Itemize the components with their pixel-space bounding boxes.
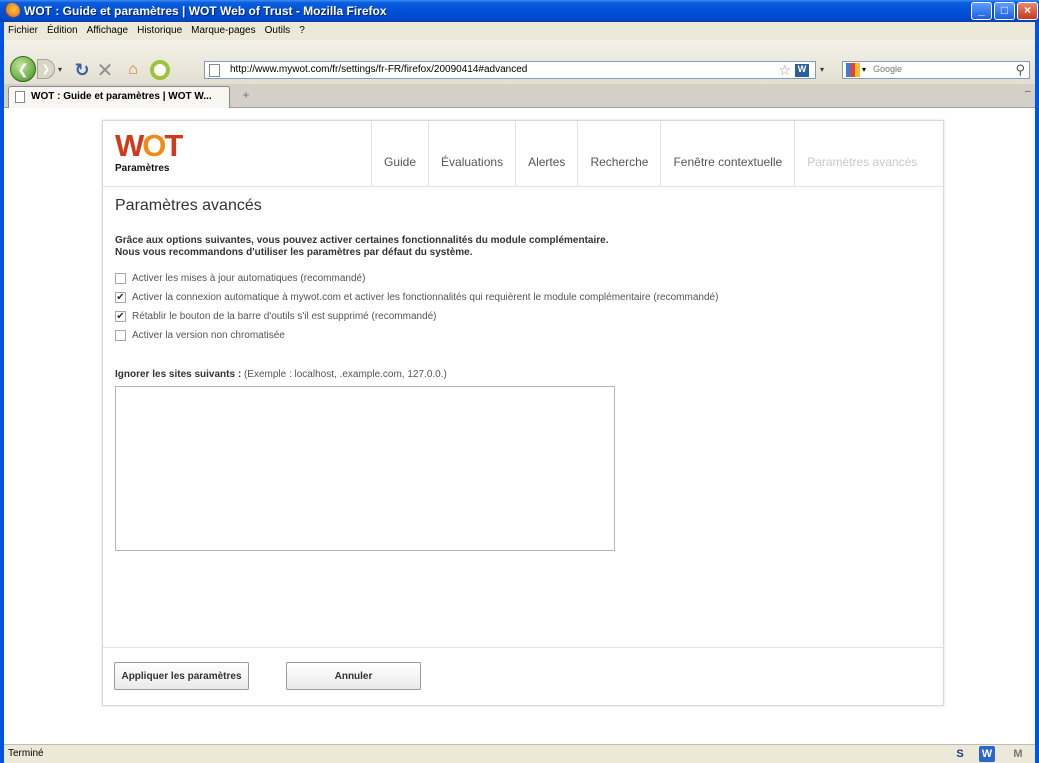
- forward-arrow-icon: ❯: [41, 63, 51, 75]
- star-icon[interactable]: ☆: [778, 62, 791, 79]
- logo-subtitle: Paramètres: [115, 163, 170, 174]
- wot-logo: WOT Paramètres: [115, 128, 183, 174]
- settings-panel: WOT Paramètres Guide Évaluations Alertes…: [102, 120, 944, 706]
- checkbox[interactable]: [115, 330, 126, 341]
- wot-toolbar-button[interactable]: [150, 60, 170, 80]
- status-bar: Terminé S W M: [4, 744, 1035, 763]
- ignore-example: (Exemple : localhost, .example.com, 127.…: [243, 369, 447, 380]
- apply-settings-button[interactable]: Appliquer les paramètres: [114, 662, 249, 690]
- browser-window: WOT : Guide et paramètres | WOT Web of T…: [0, 0, 1039, 763]
- page-title: Paramètres avancés: [115, 197, 262, 214]
- logo-text: WOT: [115, 128, 183, 163]
- urlbar-dropdown-icon[interactable]: ▾: [820, 65, 824, 74]
- close-button[interactable]: ×: [1017, 2, 1038, 20]
- window-title: WOT : Guide et paramètres | WOT Web of T…: [24, 4, 387, 18]
- tab-evaluations[interactable]: Évaluations: [428, 121, 515, 187]
- description-line-1: Grâce aux options suivantes, vous pouvez…: [115, 235, 609, 246]
- address-url[interactable]: http://www.mywot.com/fr/settings/fr-FR/f…: [230, 64, 527, 75]
- description-line-2: Nous vous recommandons d'utiliser les pa…: [115, 247, 473, 258]
- stop-icon: ✕: [96, 59, 114, 82]
- chevron-down-icon[interactable]: ▾: [862, 65, 866, 74]
- ignore-label: Ignorer les sites suivants :: [115, 369, 242, 380]
- address-bar[interactable]: http://www.mywot.com/fr/settings/fr-FR/f…: [204, 61, 816, 79]
- firefox-icon: [4, 3, 20, 19]
- option-label: Rétablir le bouton de la barre d'outils …: [132, 311, 437, 322]
- option-auto-updates[interactable]: Activer les mises à jour automatiques (r…: [115, 269, 718, 288]
- search-input[interactable]: [871, 63, 991, 75]
- back-arrow-icon: ❮: [17, 60, 29, 77]
- option-label: Activer les mises à jour automatiques (r…: [132, 273, 366, 284]
- menu-bar: Fichier Édition Affichage Historique Marque-…: [4, 22, 1035, 40]
- wot-status-icon[interactable]: W: [979, 746, 995, 762]
- settings-header: WOT Paramètres Guide Évaluations Alertes…: [103, 121, 943, 187]
- option-non-chromatic[interactable]: Activer la version non chromatisée: [115, 326, 718, 345]
- wot-rating-icon[interactable]: W: [795, 64, 809, 77]
- settings-footer: Appliquer les paramètres Annuler: [103, 647, 943, 705]
- home-button[interactable]: ⌂: [122, 59, 144, 81]
- forward-button[interactable]: ❯: [37, 59, 55, 79]
- checkbox[interactable]: ✔: [115, 292, 126, 303]
- settings-nav: Guide Évaluations Alertes Recherche Fenê…: [371, 121, 929, 187]
- menu-affichage[interactable]: Affichage: [83, 22, 134, 36]
- new-tab-button[interactable]: +: [238, 89, 254, 103]
- mail-icon[interactable]: M: [1010, 746, 1026, 762]
- maximize-button[interactable]: □: [994, 2, 1015, 20]
- page-description: Grâce aux options suivantes, vous pouvez…: [115, 235, 608, 259]
- checkbox[interactable]: ✔: [115, 311, 126, 322]
- page-content: WOT Paramètres Guide Évaluations Alertes…: [4, 108, 1035, 744]
- ignore-sites-label: Ignorer les sites suivants : (Exemple : …: [115, 369, 447, 380]
- tab-alertes[interactable]: Alertes: [515, 121, 577, 187]
- reload-icon: ↻: [74, 59, 90, 80]
- menu-fichier[interactable]: Fichier: [4, 22, 43, 36]
- title-bar[interactable]: WOT : Guide et paramètres | WOT Web of T…: [0, 0, 1039, 22]
- tab-bar: WOT : Guide et paramètres | WOT W... + –: [4, 84, 1035, 108]
- minimize-button[interactable]: _: [971, 2, 992, 20]
- skype-icon[interactable]: S: [952, 746, 968, 762]
- menu-outils[interactable]: Outils: [261, 22, 296, 36]
- tab-label: WOT : Guide et paramètres | WOT W...: [31, 91, 212, 102]
- tab-guide[interactable]: Guide: [371, 121, 428, 187]
- tab-wot-settings[interactable]: WOT : Guide et paramètres | WOT W...: [8, 86, 230, 108]
- back-button[interactable]: ❮: [10, 56, 36, 82]
- option-label: Activer la connexion automatique à mywot…: [132, 292, 719, 303]
- option-auto-connect[interactable]: ✔ Activer la connexion automatique à myw…: [115, 288, 718, 307]
- magnifier-icon[interactable]: ⚲: [1015, 62, 1025, 78]
- tab-parametres-avances[interactable]: Paramètres avancés: [794, 121, 929, 187]
- tab-list-button[interactable]: –: [1025, 86, 1035, 106]
- history-dropdown-button[interactable]: ▾: [56, 64, 64, 74]
- option-label: Activer la version non chromatisée: [132, 330, 285, 341]
- option-restore-toolbar-button[interactable]: ✔ Rétablir le bouton de la barre d'outil…: [115, 307, 718, 326]
- stop-button[interactable]: ✕: [94, 59, 116, 82]
- page-icon: [15, 91, 25, 103]
- menu-historique[interactable]: Historique: [133, 22, 187, 36]
- page-icon: [209, 64, 220, 77]
- checkmark-icon: ✔: [116, 292, 125, 303]
- navigation-toolbar: ❮ ❯ ▾ ↻ ✕ ⌂ http://www.mywot.com/fr/sett…: [4, 40, 1035, 84]
- search-bar[interactable]: ▾ ⚲: [842, 61, 1030, 79]
- reload-button[interactable]: ↻: [71, 59, 93, 81]
- home-icon: ⌂: [128, 61, 138, 78]
- options-list: Activer les mises à jour automatiques (r…: [115, 269, 718, 345]
- checkbox[interactable]: [115, 273, 126, 284]
- search-engine-icon[interactable]: [846, 63, 860, 77]
- menu-marque-pages[interactable]: Marque-pages: [187, 22, 260, 36]
- checkmark-icon: ✔: [116, 311, 125, 322]
- tab-fenetre-contextuelle[interactable]: Fenêtre contextuelle: [660, 121, 794, 187]
- menu-help[interactable]: ?: [295, 22, 310, 36]
- ignore-sites-textarea[interactable]: [115, 386, 615, 551]
- plus-icon: +: [242, 88, 250, 102]
- chevron-down-icon: ▾: [57, 64, 62, 74]
- cancel-button[interactable]: Annuler: [286, 662, 421, 690]
- menu-edition[interactable]: Édition: [43, 22, 83, 36]
- status-text: Terminé: [8, 748, 44, 759]
- tab-recherche[interactable]: Recherche: [577, 121, 660, 187]
